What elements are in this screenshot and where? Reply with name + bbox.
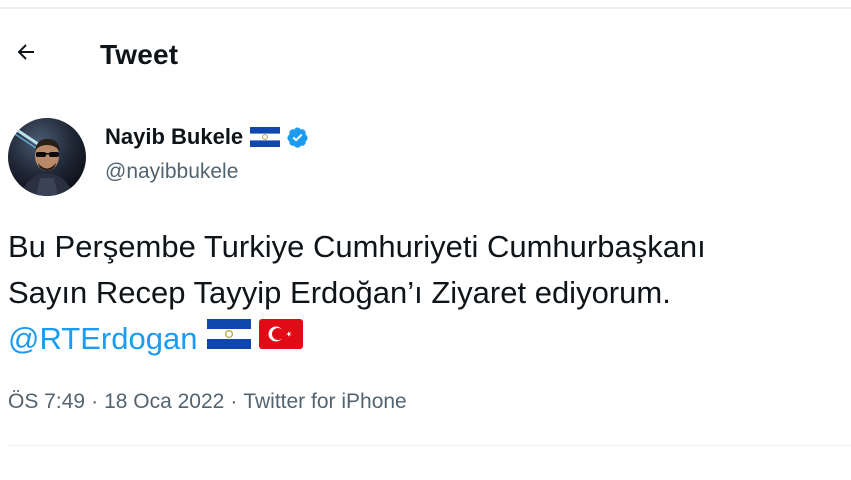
bottom-divider [8,445,851,446]
arrow-left-icon [14,40,38,69]
author-name-row: Nayib Bukele [105,124,309,150]
tweet-meta: ÖS 7:49 · 18 Oca 2022 · Twitter for iPhone [8,390,407,414]
el-salvador-flag-icon [207,316,252,362]
tweet-date[interactable]: 18 Oca 2022 [104,390,224,413]
verified-badge-icon [286,126,309,149]
page-header: Tweet [0,30,851,82]
meta-separator: · [230,390,238,413]
tweet-text: Bu Perşembe Turkiye Cumhuriyeti Cumhurba… [8,224,848,364]
turkey-flag-icon [259,316,304,362]
tweet-text-line-1: Bu Perşembe Turkiye Cumhuriyeti Cumhurba… [8,229,706,264]
author-handle[interactable]: @nayibbukele [105,160,238,184]
flag-emojis [207,316,304,362]
avatar[interactable] [8,118,86,196]
tweet-page: Tweet Nayib Bukele @nayibbukele Bu Perşe… [0,0,851,480]
tweet-text-line-3: @RTErdogan [8,316,848,364]
tweet-text-line-2: Sayın Recep Tayyip Erdoğan’ı Ziyaret edi… [8,275,671,310]
page-title: Tweet [100,39,179,70]
back-button[interactable] [6,34,46,74]
author-display-name[interactable]: Nayib Bukele [105,124,243,150]
mention-link[interactable]: @RTErdogan [8,321,197,356]
top-divider [0,7,851,9]
tweet-source[interactable]: Twitter for iPhone [243,390,406,413]
tweet-time[interactable]: ÖS 7:49 [8,390,85,413]
meta-separator: · [91,390,99,413]
el-salvador-flag-icon [250,127,281,147]
